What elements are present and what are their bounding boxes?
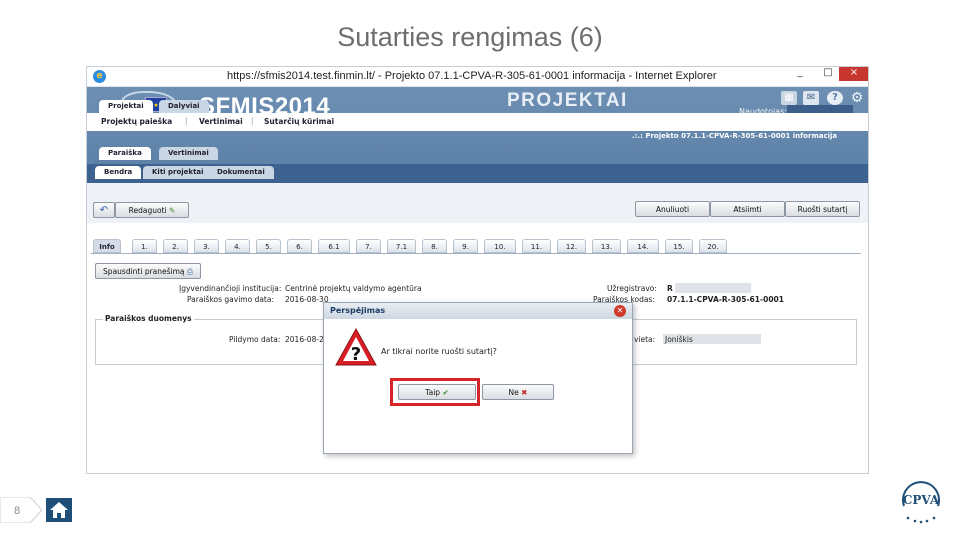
- no-button-label: Ne: [508, 388, 519, 397]
- institution-value: Centrinė projektų valdymo agentūra: [285, 284, 422, 293]
- tab-projektai[interactable]: Projektai: [99, 100, 153, 113]
- step-tab-10[interactable]: 8.: [422, 239, 447, 253]
- pencil-icon: ✎: [169, 206, 176, 215]
- maximize-button[interactable]: □: [815, 67, 841, 81]
- warning-icon: ?: [335, 327, 377, 366]
- browser-titlebar: e https://sfmis2014.test.finmin.lt/ - Pr…: [87, 67, 868, 87]
- cross-icon: ✖: [521, 388, 528, 397]
- confirm-dialog: Perspėjimas ✕ ? Ar tikrai norite ruošti …: [323, 302, 633, 454]
- step-tab-15[interactable]: 13.: [592, 239, 621, 253]
- edit-button-label: Redaguoti: [128, 206, 167, 215]
- menu-separator: |: [185, 117, 188, 125]
- step-tab-5[interactable]: 5.: [256, 239, 281, 253]
- step-tab-18[interactable]: 20.: [699, 239, 727, 253]
- browser-title: https://sfmis2014.test.finmin.lt/ - Proj…: [227, 70, 717, 82]
- cancel-application-button[interactable]: Anuliuoti: [635, 201, 710, 217]
- gear-icon[interactable]: ⚙: [849, 91, 865, 105]
- menu-vertinimai[interactable]: Vertinimai: [199, 117, 243, 126]
- registered-label: Užregistravo:: [607, 284, 657, 293]
- windows-icon[interactable]: ▦: [781, 91, 797, 105]
- cpva-logo: CPVA: [902, 481, 940, 524]
- tab-vertinimai[interactable]: Vertinimai: [159, 147, 218, 160]
- received-date-label: Paraiškos gavimo data:: [187, 295, 274, 304]
- step-tab-14[interactable]: 12.: [557, 239, 586, 253]
- close-window-button[interactable]: ×: [839, 67, 868, 81]
- slide-title: Sutarties rengimas (6): [337, 22, 603, 52]
- print-button-label: Spausdinti pranešimą: [103, 267, 185, 276]
- section-legend: Paraiškos duomenys: [103, 314, 194, 323]
- step-tab-8[interactable]: 7.: [356, 239, 381, 253]
- tab-kiti-projektai[interactable]: Kiti projektai: [143, 166, 213, 179]
- step-tab-17[interactable]: 15.: [665, 239, 693, 253]
- step-tab-11[interactable]: 9.: [453, 239, 478, 253]
- yes-button-highlight: [390, 378, 480, 406]
- menu-sutarciu-kurimai[interactable]: Sutarčių kūrimai: [264, 117, 334, 126]
- step-tab-3[interactable]: 3.: [194, 239, 219, 253]
- page-number: 8: [14, 505, 21, 517]
- tab-paraiska[interactable]: Paraiška: [99, 147, 151, 160]
- tab-dalyviai[interactable]: Dalyviai: [159, 100, 209, 113]
- printer-icon: ⎙: [186, 267, 193, 276]
- section-title: PROJEKTAI: [507, 90, 628, 111]
- no-button[interactable]: Ne ✖: [482, 384, 554, 400]
- step-tab-0[interactable]: Info: [93, 239, 121, 253]
- tabs-divider: [91, 253, 861, 254]
- back-button[interactable]: ↶: [93, 202, 115, 218]
- dialog-close-icon[interactable]: ✕: [614, 305, 626, 317]
- prepare-contract-button[interactable]: Ruošti sutartį: [785, 201, 860, 217]
- breadcrumb: .:.: Projekto 07.1.1-CPVA-R-305-61-0001 …: [632, 132, 838, 140]
- page-number-arrow: [0, 497, 42, 523]
- print-notice-button[interactable]: Spausdinti pranešimą ⎙: [95, 263, 201, 279]
- internet-explorer-icon: e: [93, 70, 106, 83]
- step-tab-2[interactable]: 2.: [163, 239, 188, 253]
- institution-label: Įgyvendinančioji institucija:: [179, 284, 282, 293]
- step-tab-13[interactable]: 11.: [522, 239, 551, 253]
- projects-menu: Projektų paieška | Vertinimai | Sutarčių…: [87, 113, 868, 131]
- svg-text:?: ?: [351, 344, 361, 365]
- step-tab-7[interactable]: 6.1: [318, 239, 350, 253]
- tab-bendra[interactable]: Bendra: [95, 166, 142, 179]
- edit-button[interactable]: Redaguoti ✎: [115, 202, 189, 218]
- step-tab-16[interactable]: 14.: [627, 239, 659, 253]
- registered-redacted: [675, 283, 751, 293]
- place-value: Joniškis: [665, 335, 693, 344]
- menu-projektu-paieska[interactable]: Projektų paieška: [101, 117, 172, 126]
- mail-icon[interactable]: ✉: [803, 91, 819, 105]
- registered-value: R: [667, 284, 673, 293]
- cpva-logo-text: CPVA: [903, 493, 940, 507]
- home-icon[interactable]: [46, 498, 72, 522]
- dialog-title: Perspėjimas: [324, 303, 632, 319]
- help-icon[interactable]: ?: [827, 91, 843, 105]
- fill-date-label: Pildymo data:: [229, 335, 281, 344]
- dialog-message: Ar tikrai norite ruošti sutartį?: [381, 347, 497, 356]
- browser-window: e https://sfmis2014.test.finmin.lt/ - Pr…: [86, 66, 869, 474]
- code-value: 07.1.1-CPVA-R-305-61-0001: [667, 295, 784, 304]
- menu-separator: |: [251, 117, 254, 125]
- step-tab-1[interactable]: 1.: [132, 239, 157, 253]
- tab-dokumentai[interactable]: Dokumentai: [208, 166, 274, 179]
- minimize-button[interactable]: _: [787, 67, 813, 81]
- withdraw-button[interactable]: Atsiimti: [710, 201, 785, 217]
- step-tab-4[interactable]: 4.: [225, 239, 250, 253]
- step-tab-6[interactable]: 6.: [287, 239, 312, 253]
- step-tab-9[interactable]: 7.1: [387, 239, 416, 253]
- step-tab-12[interactable]: 10.: [484, 239, 516, 253]
